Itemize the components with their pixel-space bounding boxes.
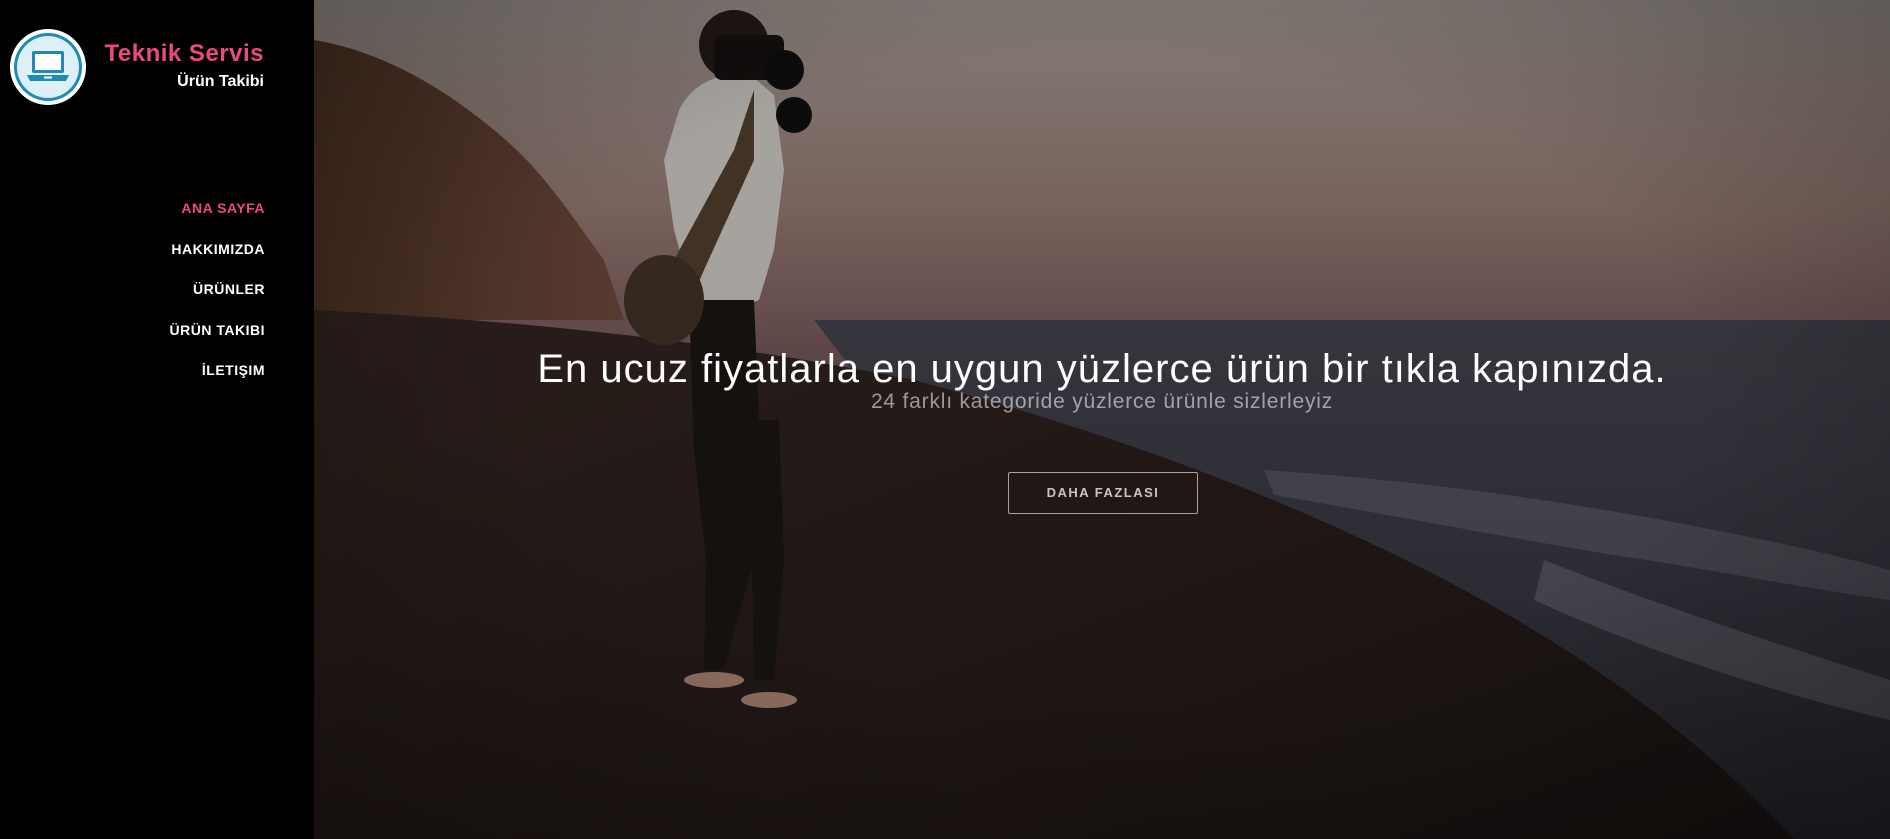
nav-item-ana-sayfa[interactable]: ANA SAYFA: [170, 188, 265, 229]
hero-background-image: [314, 0, 1890, 839]
nav-item-hakkimizda[interactable]: HAKKIMIZDA: [170, 229, 265, 270]
nav-item-urunler[interactable]: ÜRÜNLER: [170, 269, 265, 310]
page: Teknik Servis Ürün Takibi ANA SAYFA HAKK…: [0, 0, 1890, 839]
logo[interactable]: [10, 29, 86, 105]
main-nav: ANA SAYFA HAKKIMIZDA ÜRÜNLER ÜRÜN TAKIBI…: [170, 188, 265, 391]
laptop-icon: [27, 51, 69, 81]
daha-fazlasi-button[interactable]: DAHA FAZLASI: [1008, 472, 1198, 514]
nav-item-iletisim[interactable]: İLETIŞIM: [170, 350, 265, 391]
hero-subtitle: 24 farklı kategoride yüzlerce ürünle siz…: [870, 390, 1334, 413]
brand-title[interactable]: Teknik Servis: [105, 40, 264, 68]
sidebar: Teknik Servis Ürün Takibi ANA SAYFA HAKK…: [0, 0, 314, 839]
brand-subtitle: Ürün Takibi: [177, 73, 264, 90]
hero-section: En ucuz fiyatlarla en uygun yüzlerce ürü…: [314, 0, 1890, 839]
hero-title: En ucuz fiyatlarla en uygun yüzlerce ürü…: [537, 346, 1667, 391]
nav-item-urun-takibi[interactable]: ÜRÜN TAKIBI: [170, 310, 265, 351]
